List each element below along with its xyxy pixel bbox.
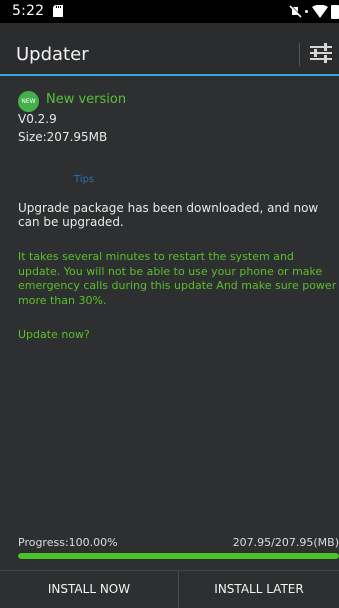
tips-title: Tips [74,174,95,185]
update-content: NEW New version V0.2.9 Size:207.95MB Tip… [0,76,339,608]
update-now-question: Update now? [18,328,90,341]
progress-bar [18,553,339,559]
progress-bar-fill [18,553,339,559]
version-number: V0.2.9 [18,112,57,126]
app-bar: Updater [0,23,339,76]
status-bar: 5:22 [0,0,339,23]
mute-icon [289,5,302,18]
app-bar-divider [299,43,300,66]
status-time: 5:22 [12,3,45,19]
data-dot-icon [305,10,308,13]
settings-sliders-icon[interactable] [308,40,334,66]
new-version-label: New version [46,92,127,107]
install-now-button[interactable]: INSTALL NOW [0,571,178,608]
wifi-icon [312,5,328,18]
new-badge-icon: NEW [18,91,39,112]
progress-size: 207.95/207.95(MB) [232,536,339,549]
progress-label: Progress:100.00% [18,536,118,549]
download-complete-message: Upgrade package has been downloaded, and… [18,201,319,229]
app-title: Updater [16,44,89,65]
sd-card-icon [53,5,63,17]
update-warning-message: It takes several minutes to restart the … [18,250,337,307]
bottom-action-bar: INSTALL NOW INSTALL LATER [0,570,339,608]
package-size: Size:207.95MB [18,130,108,144]
install-later-button[interactable]: INSTALL LATER [179,571,339,608]
battery-icon [331,5,339,19]
